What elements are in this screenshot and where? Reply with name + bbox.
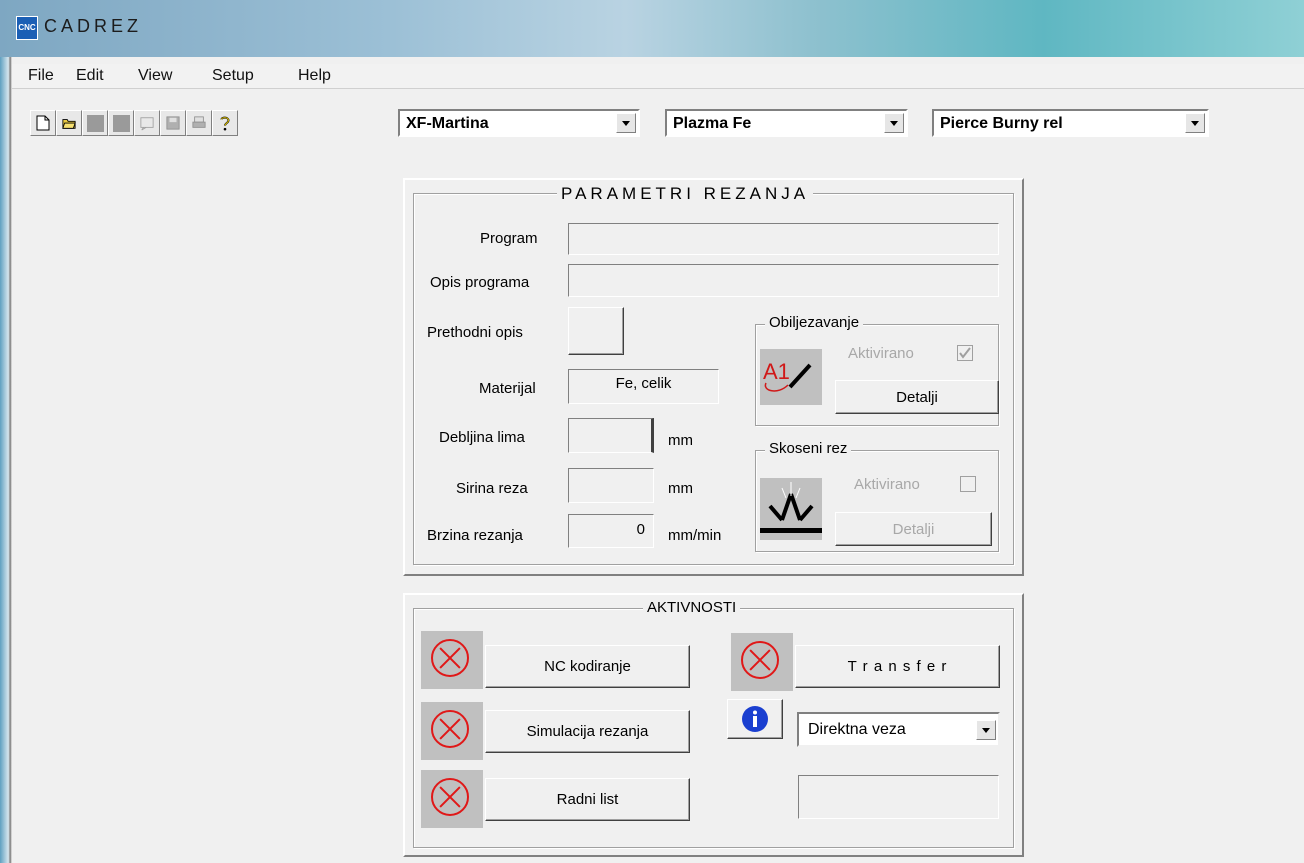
brzina-rezanja-field: 0: [568, 514, 654, 548]
transfer-status-field: [798, 775, 999, 819]
title-bar: [0, 0, 1304, 57]
chevron-down-icon[interactable]: [1185, 113, 1205, 133]
error-x-icon: [431, 639, 469, 677]
skoseni-aktivirano-label: Aktivirano: [854, 476, 920, 493]
bevel-icon-box: [760, 478, 822, 540]
cutting-params-title: PARAMETRI REZANJA: [557, 184, 814, 204]
debljina-lima-input[interactable]: [568, 418, 654, 453]
nc-status-box: [421, 631, 483, 689]
obiljezavanje-aktivirano-checkbox[interactable]: [957, 345, 973, 361]
activities-title: AKTIVNOSTI: [643, 599, 741, 616]
bevel-cut-icon: [760, 482, 822, 533]
debljina-unit: mm: [668, 432, 693, 449]
menu-edit[interactable]: Edit: [76, 67, 104, 85]
nc-kodiranje-button[interactable]: NC kodiranje: [485, 645, 690, 688]
materijal-field: Fe, celik: [568, 369, 719, 404]
program-field[interactable]: [568, 223, 999, 255]
menu-help[interactable]: Help: [298, 67, 331, 85]
chevron-down-icon[interactable]: [616, 113, 636, 133]
open-button[interactable]: [56, 110, 82, 136]
disabled-button-2[interactable]: [108, 110, 134, 136]
opis-programa-label: Opis programa: [430, 274, 530, 291]
sirina-unit: mm: [668, 480, 693, 497]
svg-text:A1: A1: [763, 359, 790, 384]
skoseni-aktivirano-checkbox[interactable]: [960, 476, 976, 492]
connection-select-value: Direktna veza: [808, 721, 906, 738]
sirina-reza-field: [568, 468, 654, 503]
info-button[interactable]: [727, 699, 783, 739]
obiljezavanje-detalji-button[interactable]: Detalji: [835, 380, 999, 414]
brzina-rezanja-label: Brzina rezanja: [427, 527, 523, 544]
skoseni-rez-title: Skoseni rez: [765, 440, 852, 457]
obiljezavanje-title: Obiljezavanje: [765, 314, 864, 331]
open-folder-icon: [62, 119, 76, 129]
menu-bar: File Edit View Setup Help: [12, 64, 1304, 89]
technology-select-value: Plazma Fe: [673, 115, 752, 132]
connection-select[interactable]: Direktna veza: [797, 712, 1000, 747]
radni-list-status-box: [421, 770, 483, 828]
window-title: CADREZ: [44, 16, 143, 36]
window-left-border: [0, 57, 12, 863]
memo-button[interactable]: [134, 110, 160, 136]
gray-square-icon: [87, 115, 104, 132]
error-x-icon: [431, 778, 469, 816]
new-file-icon: [36, 115, 50, 131]
skoseni-detalji-button[interactable]: Detalji: [835, 512, 992, 546]
materijal-label: Materijal: [479, 380, 536, 397]
technology-select[interactable]: Plazma Fe: [665, 109, 908, 137]
print-icon: [192, 116, 206, 128]
print-button[interactable]: [186, 110, 212, 136]
transfer-status-box: [731, 633, 793, 691]
save-button[interactable]: [160, 110, 186, 136]
machine-select[interactable]: XF-Martina: [398, 109, 640, 137]
program-label: Program: [480, 230, 538, 247]
sirina-reza-label: Sirina reza: [456, 480, 528, 497]
error-x-icon: [431, 710, 469, 748]
cnc-app-icon: CNC: [16, 16, 38, 40]
transfer-button[interactable]: T r a n s f e r: [795, 645, 1000, 688]
menu-view[interactable]: View: [138, 67, 172, 85]
help-icon: [220, 116, 230, 131]
prethodni-opis-label: Prethodni opis: [427, 324, 523, 341]
debljina-lima-label: Debljina lima: [439, 429, 525, 446]
memo-icon: [140, 117, 154, 131]
save-icon: [166, 116, 180, 130]
chevron-down-icon[interactable]: [976, 720, 996, 740]
pierce-select[interactable]: Pierce Burny rel: [932, 109, 1209, 137]
pierce-select-value: Pierce Burny rel: [940, 115, 1063, 132]
obiljezavanje-aktivirano-label: Aktivirano: [848, 345, 914, 362]
disabled-button-1[interactable]: [82, 110, 108, 136]
marking-icon: A1: [760, 349, 822, 405]
gray-square-icon: [113, 115, 130, 132]
chevron-down-icon[interactable]: [884, 113, 904, 133]
prethodni-opis-button[interactable]: [568, 307, 624, 355]
new-file-button[interactable]: [30, 110, 56, 136]
simulation-status-box: [421, 702, 483, 760]
opis-programa-field[interactable]: [568, 264, 999, 297]
menu-setup[interactable]: Setup: [212, 67, 254, 85]
info-icon: [742, 706, 768, 732]
a1-pen-icon: A1: [763, 359, 812, 392]
brzina-unit: mm/min: [668, 527, 722, 544]
menu-file[interactable]: File: [28, 67, 54, 85]
simulacija-rezanja-button[interactable]: Simulacija rezanja: [485, 710, 690, 753]
radni-list-button[interactable]: Radni list: [485, 778, 690, 821]
machine-select-value: XF-Martina: [406, 115, 489, 132]
check-icon: [959, 347, 971, 359]
error-x-icon: [741, 641, 779, 679]
help-button[interactable]: [212, 110, 238, 136]
